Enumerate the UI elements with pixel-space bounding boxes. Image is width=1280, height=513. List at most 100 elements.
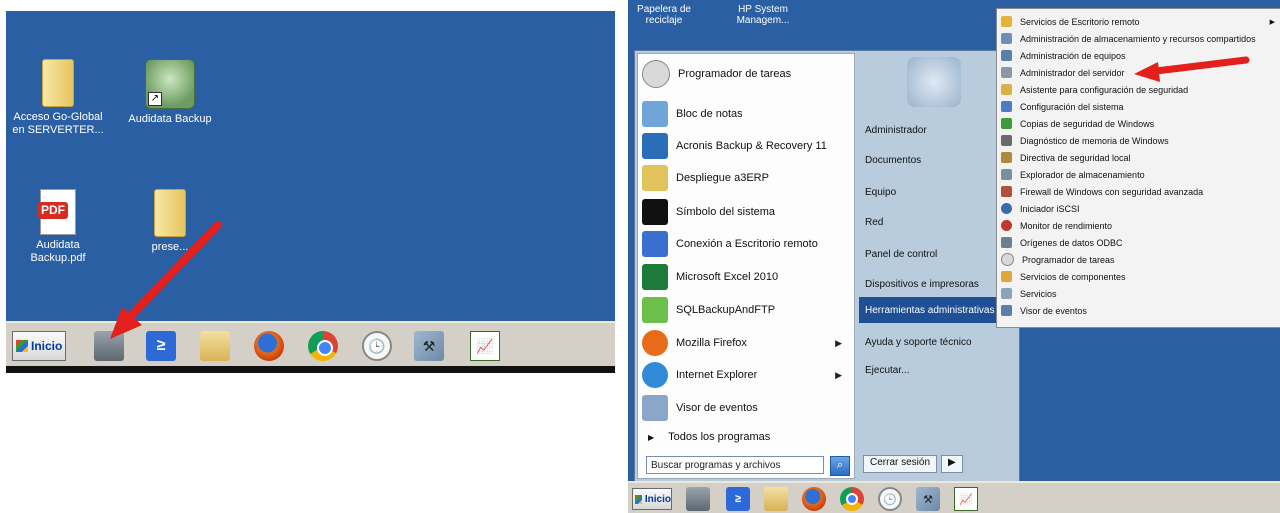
place-dispositivos-impresoras[interactable]: Dispositivos e impresoras [859, 273, 1015, 295]
submenu-item[interactable]: Directiva de seguridad local [997, 149, 1280, 166]
event-viewer-icon [642, 395, 668, 421]
explorer-icon[interactable] [764, 487, 788, 511]
place-panel-de-control[interactable]: Panel de control [859, 243, 1015, 265]
submenu-item[interactable]: Visor de eventos [997, 302, 1280, 319]
program-acronis[interactable]: Acronis Backup & Recovery 11 [638, 130, 852, 162]
server-manager-icon [1001, 67, 1012, 78]
desktop-icon-presentacion[interactable]: prese... [120, 189, 220, 254]
remote-desktop-icon [642, 231, 668, 257]
local-security-policy-icon [1001, 152, 1012, 163]
storage-share-icon [1001, 33, 1012, 44]
program-label: Bloc de notas [676, 108, 743, 120]
program-sqlbackup[interactable]: SQLBackupAndFTP [638, 294, 852, 326]
chrome-icon[interactable] [308, 331, 338, 361]
submenu-item[interactable]: Diagnóstico de memoria de Windows [997, 132, 1280, 149]
submenu-item-server-manager[interactable]: Administrador del servidor [997, 64, 1280, 81]
admin-tools-icon[interactable]: ⚒ [414, 331, 444, 361]
program-excel[interactable]: Microsoft Excel 2010 [638, 261, 852, 293]
submenu-item[interactable]: Programador de tareas [997, 251, 1280, 268]
powershell-icon[interactable]: ≥ [146, 331, 176, 361]
server-manager-icon[interactable] [94, 331, 124, 361]
place-equipo[interactable]: Equipo [859, 181, 1015, 203]
submenu-item[interactable]: Administración de equipos [997, 47, 1280, 64]
program-cmd[interactable]: Símbolo del sistema [638, 196, 852, 228]
windows-flag-icon [635, 494, 642, 504]
program-label: Mozilla Firefox [676, 337, 747, 349]
submenu-item[interactable]: Servicios [997, 285, 1280, 302]
security-wizard-icon [1001, 84, 1012, 95]
submenu-item[interactable]: Servicios de componentes [997, 268, 1280, 285]
place-documentos[interactable]: Documentos [859, 149, 1015, 171]
desktop-icon-acceso-go-global[interactable]: Acceso Go-Global en SERVERTER... [8, 59, 108, 137]
iscsi-icon [1001, 203, 1012, 214]
place-ejecutar[interactable]: Ejecutar... [859, 359, 1015, 381]
desktop-label-hp-system[interactable]: HP System Managem... [732, 4, 794, 26]
server-manager-icon[interactable] [686, 487, 710, 511]
submenu-item[interactable]: Configuración del sistema [997, 98, 1280, 115]
submenu-item[interactable]: Monitor de rendimiento [997, 217, 1280, 234]
submenu-arrow-icon: ▶ [835, 369, 842, 380]
program-firefox[interactable]: Mozilla Firefox ▶ [638, 327, 852, 359]
start-menu-places: Administrador Documentos Equipo Red Pane… [857, 51, 1017, 481]
firefox-icon[interactable] [254, 331, 284, 361]
program-label: SQLBackupAndFTP [676, 304, 776, 316]
desktop-screenshot-left: Acceso Go-Global en SERVERTER... ↗ Audid… [6, 11, 615, 373]
desktop-icon-audidata-pdf[interactable]: PDF Audidata Backup.pdf [8, 189, 108, 265]
audidata-app-icon: ↗ [145, 59, 195, 109]
a3erp-icon [642, 165, 668, 191]
system-config-icon [1001, 101, 1012, 112]
submenu-item[interactable]: Explorador de almacenamiento [997, 166, 1280, 183]
event-viewer-icon [1001, 305, 1012, 316]
program-remote-desktop[interactable]: Conexión a Escritorio remoto [638, 228, 852, 260]
submenu-item[interactable]: Servicios de Escritorio remoto ▶ [997, 13, 1280, 30]
submenu-item[interactable]: Asistente para configuración de segurida… [997, 81, 1280, 98]
program-a3erp[interactable]: Despliegue a3ERP [638, 162, 852, 194]
submenu-item[interactable]: Iniciador iSCSI [997, 200, 1280, 217]
ie-icon [642, 362, 668, 388]
explorer-icon[interactable] [200, 331, 230, 361]
place-herramientas-administrativas[interactable]: Herramientas administrativas ▶ [859, 297, 1015, 323]
notepad-icon [642, 101, 668, 127]
taskbar: Inicio ≥ 🕒 ⚒ 📈 [6, 321, 615, 373]
submenu-item[interactable]: Administración de almacenamiento y recur… [997, 30, 1280, 47]
program-label: Conexión a Escritorio remoto [676, 238, 818, 250]
powershell-icon[interactable]: ≥ [726, 487, 750, 511]
program-event-viewer[interactable]: Visor de eventos [638, 392, 852, 424]
desktop-label-recycle-bin[interactable]: Papelera de reciclaje [636, 4, 692, 26]
start-label: Inicio [644, 493, 671, 505]
start-button[interactable]: Inicio [632, 488, 672, 510]
logout-options-arrow[interactable]: ▶ [941, 455, 963, 473]
program-internet-explorer[interactable]: Internet Explorer ▶ [638, 359, 852, 391]
acronis-icon [642, 133, 668, 159]
search-input[interactable]: Buscar programas y archivos [646, 456, 824, 474]
remote-desktop-services-icon [1001, 16, 1012, 27]
desktop-icon-label: Audidata Backup.pdf [30, 239, 86, 264]
clock-icon[interactable]: 🕒 [878, 487, 902, 511]
place-red[interactable]: Red [859, 211, 1015, 233]
memory-diagnostic-icon [1001, 135, 1012, 146]
submenu-item[interactable]: Firewall de Windows con seguridad avanza… [997, 183, 1280, 200]
submenu-item[interactable]: Copias de seguridad de Windows [997, 115, 1280, 132]
performance-chart-icon[interactable]: 📈 [470, 331, 500, 361]
storage-explorer-icon [1001, 169, 1012, 180]
firefox-icon[interactable] [802, 487, 826, 511]
admin-tools-icon[interactable]: ⚒ [916, 487, 940, 511]
windows-flag-icon [16, 340, 28, 352]
logout-button[interactable]: Cerrar sesión [863, 455, 938, 473]
desktop-icon-label: prese... [151, 241, 189, 253]
all-programs[interactable]: ▶ Todos los programas [638, 424, 852, 450]
desktop-icon-audidata-backup[interactable]: ↗ Audidata Backup [120, 59, 220, 126]
place-ayuda-soporte[interactable]: Ayuda y soporte técnico [859, 331, 1015, 353]
chrome-icon[interactable] [840, 487, 864, 511]
program-label: Visor de eventos [676, 402, 758, 414]
clock-icon[interactable]: 🕒 [362, 331, 392, 361]
performance-chart-icon[interactable]: 📈 [954, 487, 978, 511]
program-notepad[interactable]: Bloc de notas [638, 98, 852, 130]
start-button[interactable]: Inicio [12, 331, 66, 361]
submenu-item[interactable]: Orígenes de datos ODBC [997, 234, 1280, 251]
place-administrador[interactable]: Administrador [859, 119, 1015, 141]
search-icon[interactable]: ⌕ [830, 456, 850, 476]
program-task-scheduler[interactable]: Programador de tareas [638, 58, 852, 90]
desktop-icon-label: Audidata Backup [128, 113, 212, 125]
program-label: Microsoft Excel 2010 [676, 271, 779, 283]
